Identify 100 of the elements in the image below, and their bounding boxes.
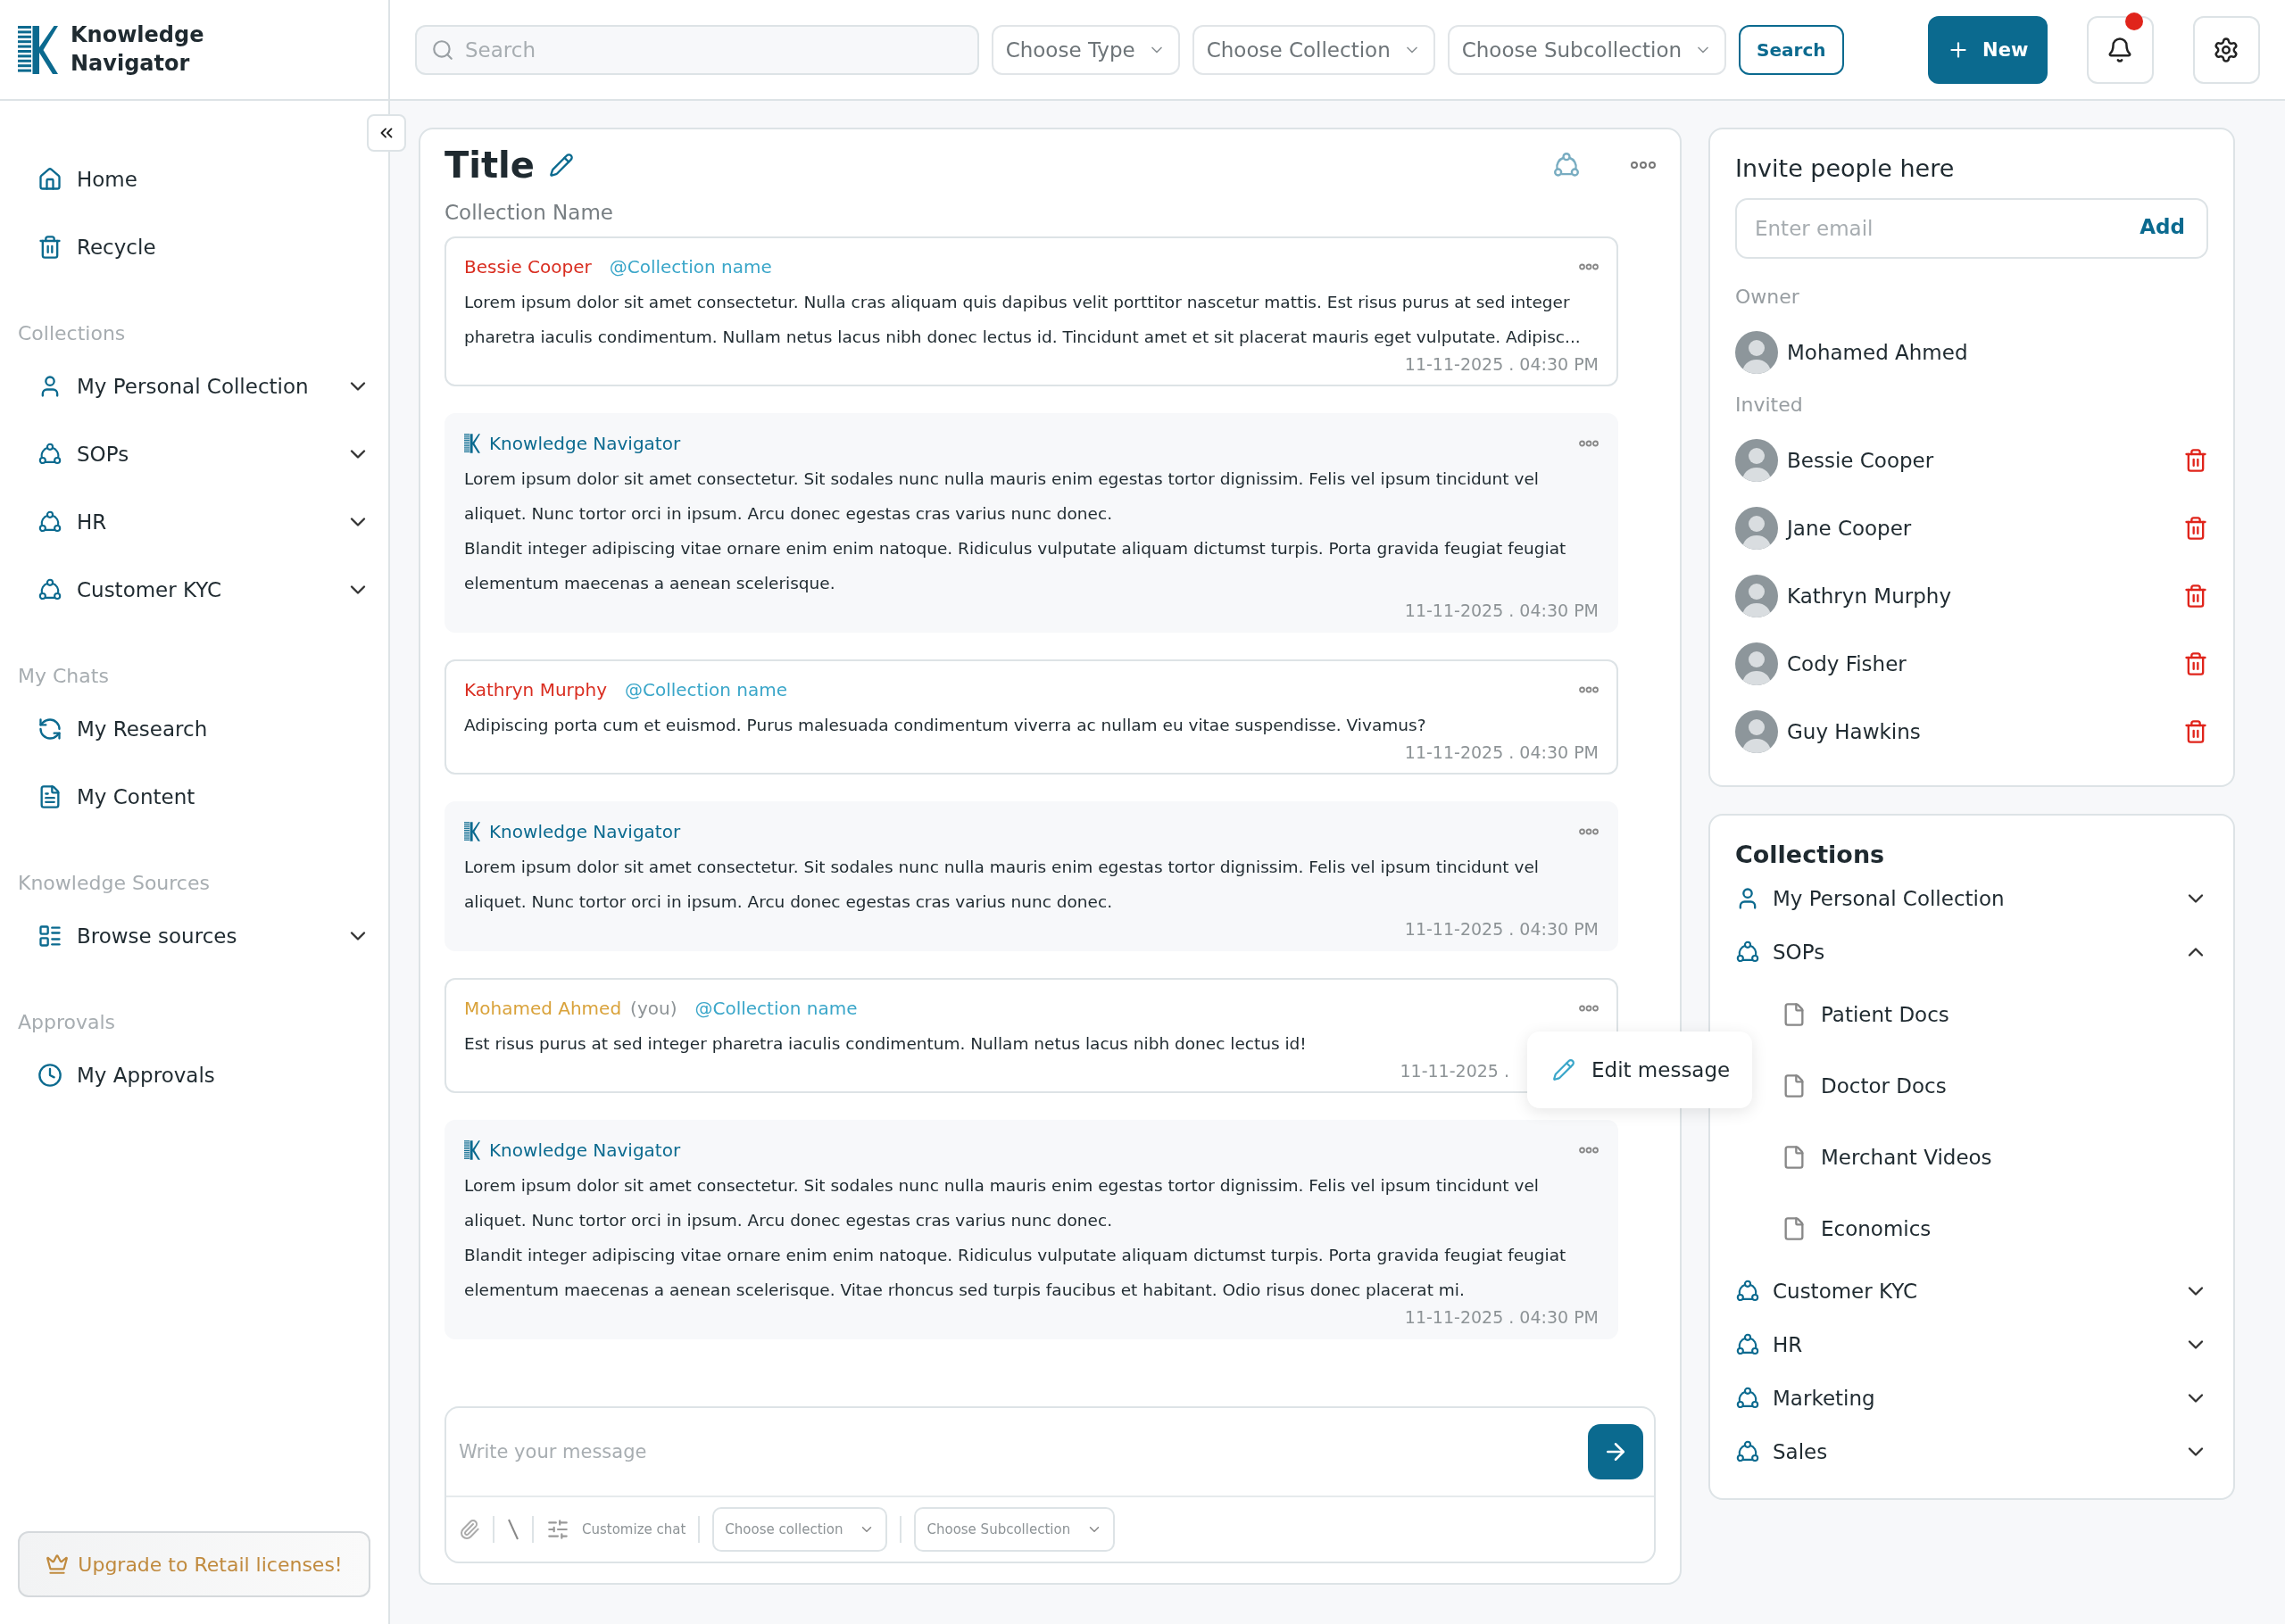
subcollection-item[interactable]: Merchant Videos: [1735, 1122, 2208, 1193]
add-button[interactable]: Add: [2134, 214, 2190, 239]
message-text: Lorem ipsum dolor sit amet consectetur. Sit sodales nunc nulla mauris enim egestas tortor dignissim. Felis vel ipsum tincidunt vel aliquet. Nunc tortor orci in ipsum. Arcu donec egestas cras varius nunc donec.: [464, 1175, 1540, 1231]
filter-dropdown[interactable]: Choose Type: [991, 24, 1180, 75]
subcollection-item[interactable]: Economics: [1735, 1193, 2208, 1264]
trash-icon: [2183, 516, 2208, 541]
person-name: Cody Fisher: [1787, 652, 1907, 675]
avatar: [1735, 439, 1778, 482]
group-icon: [37, 442, 62, 467]
filter-dropdown[interactable]: Choose Subcollection: [1447, 24, 1727, 75]
avatar: [1735, 642, 1778, 685]
section-heading: Approvals: [18, 1009, 117, 1035]
notifications-button[interactable]: [2086, 15, 2154, 84]
filter-dropdown[interactable]: Choose Collection: [1192, 24, 1435, 75]
refresh-icon: [37, 717, 62, 742]
clock-icon: [37, 1063, 62, 1088]
section-heading: Collections: [18, 320, 127, 346]
message-text: Est risus purus at sed integer pharetra iaculis condimentum. Nullam netus lacus nibh donec lectus id!: [464, 1033, 1308, 1055]
list-icon: [37, 924, 62, 949]
collection-item[interactable]: Customer KYC: [1735, 1264, 2208, 1318]
logo-icon: [464, 821, 480, 842]
group-icon: [1735, 1332, 1760, 1357]
group-icon: [1552, 151, 1581, 179]
collection-item[interactable]: Marketing: [1735, 1371, 2208, 1425]
group-icon: [37, 510, 62, 534]
sidebar-item[interactable]: My Approvals: [18, 1041, 370, 1109]
group-icon: [1735, 1386, 1760, 1411]
message-text: Blandit integer adipiscing vitae ornare enim enim natoque. Ridiculus vulputate aliquam dictumst turpis. Porta gravida feugiat feugiat elementum maecenas a aenean scelerisque.: [464, 538, 1567, 594]
logo-icon: [464, 1139, 480, 1161]
avatar: [1735, 331, 1778, 374]
sidebar-item[interactable]: My Content: [18, 763, 370, 831]
delete-button[interactable]: [2183, 516, 2208, 541]
person-name: Jane Cooper: [1787, 517, 1912, 540]
more-icon[interactable]: [1579, 1005, 1599, 1012]
more-icon[interactable]: [1579, 263, 1599, 270]
message-time: 11-11-2025 . 04:30 PM: [1404, 601, 1599, 620]
new-button[interactable]: New: [1927, 15, 2048, 84]
search-button[interactable]: Search: [1739, 24, 1844, 75]
message-time: 11-11-2025 . 04:30 PM: [1404, 742, 1599, 762]
delete-button[interactable]: [2183, 584, 2208, 609]
trash-icon: [2183, 651, 2208, 676]
message-time: 11-11-2025 . 04:30 PM: [1404, 919, 1599, 939]
search-field[interactable]: Search: [415, 24, 979, 75]
send-button[interactable]: [1588, 1424, 1643, 1479]
sidebar-item[interactable]: Browse sources: [18, 902, 370, 970]
delete-button[interactable]: [2183, 651, 2208, 676]
logo-icon: [464, 433, 480, 454]
group-icon: [1735, 940, 1760, 965]
crown-icon: [46, 1553, 70, 1576]
card-title: Invite people here: [1735, 154, 1956, 182]
message-time: 11-11-2025 . 04:30 PM: [1404, 354, 1599, 374]
sidebar-item[interactable]: Recycle: [18, 213, 370, 281]
trash-icon: [2183, 719, 2208, 744]
trash-icon: [2183, 584, 2208, 609]
person-name: Bessie Cooper: [1787, 449, 1934, 472]
sliders-icon[interactable]: [546, 1518, 569, 1541]
trash-icon: [37, 235, 62, 260]
sidebar-item[interactable]: My Personal Collection: [18, 352, 370, 420]
avatar: [1735, 507, 1778, 550]
group-icon: [1735, 1439, 1760, 1464]
message-time: 11-11-2025 .: [1400, 1061, 1509, 1081]
brand-name: Knowledge Navigator: [71, 21, 204, 78]
more-icon[interactable]: [1579, 1147, 1599, 1154]
more-icon[interactable]: [1579, 828, 1599, 835]
collapse-button[interactable]: [367, 114, 406, 152]
message-input[interactable]: Write your message: [457, 1440, 1588, 1463]
person-name: Kathryn Murphy: [1787, 584, 1951, 608]
collection-name: Collection Name: [445, 201, 614, 224]
message-text: Lorem ipsum dolor sit amet consectetur. Sit sodales nunc nulla mauris enim egestas tortor dignissim. Felis vel ipsum tincidunt vel aliquet. Nunc tortor orci in ipsum. Arcu donec egestas cras varius nunc donec.: [464, 468, 1540, 525]
edit-icon[interactable]: [548, 153, 574, 178]
delete-button[interactable]: [2183, 719, 2208, 744]
settings-icon: [2213, 36, 2240, 63]
chat-title: Title: [445, 145, 535, 186]
sidebar-item[interactable]: My Research: [18, 695, 370, 763]
sidebar-item[interactable]: Customer KYC: [18, 556, 370, 624]
delete-button[interactable]: [2183, 448, 2208, 473]
more-icon[interactable]: [1631, 161, 1656, 170]
author-name: Knowledge Navigator: [489, 433, 681, 454]
more-icon[interactable]: [1579, 440, 1599, 447]
collection-item[interactable]: Sales: [1735, 1425, 2208, 1479]
message-text: Lorem ipsum dolor sit amet consectetur. Sit sodales nunc nulla mauris enim egestas tortor dignissim. Felis vel ipsum tincidunt vel aliquet. Nunc tortor orci in ipsum. Arcu donec egestas cras varius nunc donec.: [464, 857, 1540, 913]
avatar: [1735, 575, 1778, 617]
collection-item[interactable]: My Personal Collection: [1735, 872, 2208, 925]
section-heading: Owner: [1735, 286, 1800, 308]
sidebar-item[interactable]: SOPs: [18, 420, 370, 488]
author-name: Knowledge Navigator: [489, 821, 681, 842]
collection-item[interactable]: SOPs: [1735, 925, 2208, 979]
trash-icon: [2183, 448, 2208, 473]
settings-button[interactable]: [2192, 15, 2260, 84]
author-name: Knowledge Navigator: [489, 1139, 681, 1161]
section-heading: Knowledge Sources: [18, 870, 211, 896]
sidebar-item[interactable]: Home: [18, 145, 370, 213]
more-icon[interactable]: [1579, 686, 1599, 693]
edit-message-menu-item[interactable]: Edit message: [1527, 1032, 1752, 1108]
card-title: Collections: [1735, 841, 1886, 868]
slash-icon[interactable]: [507, 1518, 519, 1541]
collection-item[interactable]: HR: [1735, 1318, 2208, 1371]
message-text: Blandit integer adipiscing vitae ornare enim enim natoque. Ridiculus vulputate aliquam dictumst turpis. Porta gravida feugiat feugiat elementum maecenas a aenean scelerisque. Vitae rhoncus sed turpis faucibus et habitant. Odio risus donec placerat mi.: [464, 1245, 1567, 1301]
sidebar-item[interactable]: HR: [18, 488, 370, 556]
author-name: Mohamed Ahmed: [464, 998, 622, 1019]
